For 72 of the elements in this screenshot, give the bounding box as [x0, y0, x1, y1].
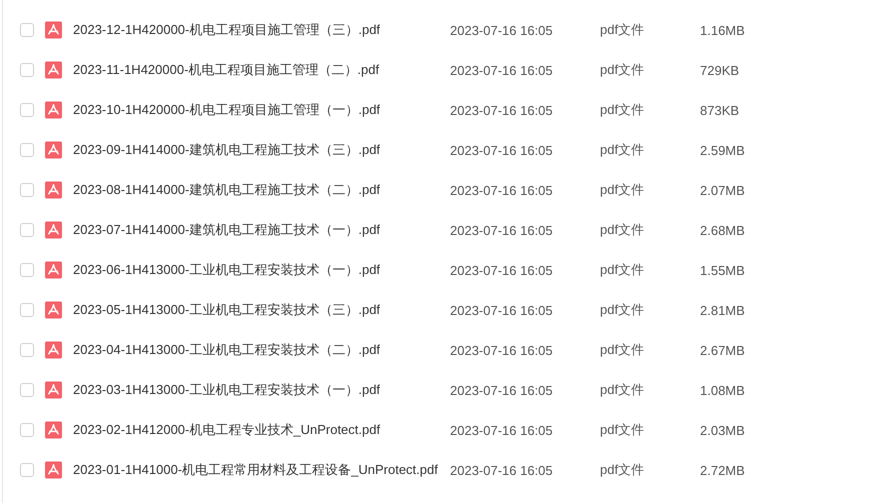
file-size: 2.72MB	[700, 462, 745, 478]
file-type: pdf文件	[600, 261, 646, 279]
file-name[interactable]: 2023-09-1H414000-建筑机电工程施工技术（三）.pdf	[73, 141, 450, 159]
file-name[interactable]: 2023-01-1H41000-机电工程常用材料及工程设备_UnProtect.pdf	[73, 461, 450, 479]
file-size: 1.08MB	[700, 382, 745, 398]
checkbox[interactable]	[20, 383, 34, 397]
file-name[interactable]: 2023-11-1H420000-机电工程项目施工管理（二）.pdf	[73, 61, 450, 79]
file-size: 1.16MB	[700, 22, 745, 38]
checkbox[interactable]	[20, 343, 34, 357]
file-size: 729KB	[700, 62, 740, 78]
checkbox[interactable]	[20, 223, 34, 237]
file-type: pdf文件	[600, 61, 646, 79]
file-type: pdf文件	[600, 461, 646, 479]
modified-date: 2023-07-16 16:05	[450, 142, 554, 158]
pdf-file-icon	[45, 341, 62, 359]
modified-date: 2023-07-16 16:05	[450, 62, 554, 78]
pdf-file-icon	[45, 21, 62, 39]
file-type: pdf文件	[600, 141, 646, 159]
file-name[interactable]: 2023-08-1H414000-建筑机电工程施工技术（二）.pdf	[73, 181, 450, 199]
file-size: 2.07MB	[700, 182, 745, 198]
pdf-file-icon	[45, 221, 62, 239]
pdf-file-icon	[45, 101, 62, 119]
checkbox[interactable]	[20, 63, 34, 77]
file-size: 2.03MB	[700, 422, 745, 438]
pdf-file-icon	[45, 381, 62, 399]
checkbox[interactable]	[20, 183, 34, 197]
modified-date: 2023-07-16 16:05	[450, 222, 554, 238]
file-type: pdf文件	[600, 301, 646, 319]
pdf-file-icon	[45, 181, 62, 199]
pdf-file-icon	[45, 141, 62, 159]
checkbox[interactable]	[20, 23, 34, 37]
file-type: pdf文件	[600, 381, 646, 399]
file-type: pdf文件	[600, 101, 646, 119]
checkbox[interactable]	[20, 263, 34, 277]
pdf-file-icon	[45, 261, 62, 279]
file-name[interactable]: 2023-06-1H413000-工业机电工程安装技术（一）.pdf	[73, 261, 450, 279]
modified-date: 2023-07-16 16:05	[450, 262, 554, 278]
modified-date: 2023-07-16 16:05	[450, 182, 554, 198]
file-size: 873KB	[700, 102, 740, 118]
modified-date: 2023-07-16 16:05	[450, 422, 554, 438]
checkbox[interactable]	[20, 423, 34, 437]
file-type: pdf文件	[600, 21, 646, 39]
file-type: pdf文件	[600, 341, 646, 359]
file-size: 1.55MB	[700, 262, 745, 278]
file-name[interactable]: 2023-04-1H413000-工业机电工程安装技术（二）.pdf	[73, 341, 450, 359]
file-name[interactable]: 2023-02-1H412000-机电工程专业技术_UnProtect.pdf	[73, 421, 450, 439]
pdf-file-icon	[45, 301, 62, 319]
modified-date: 2023-07-16 16:05	[450, 102, 554, 118]
file-name[interactable]: 2023-07-1H414000-建筑机电工程施工技术（一）.pdf	[73, 221, 450, 239]
file-size: 2.81MB	[700, 302, 745, 318]
modified-date: 2023-07-16 16:05	[450, 382, 554, 398]
file-name[interactable]: 2023-10-1H420000-机电工程项目施工管理（一）.pdf	[73, 101, 450, 119]
file-name[interactable]: 2023-03-1H413000-工业机电工程安装技术（一）.pdf	[73, 381, 450, 399]
pdf-file-icon	[45, 421, 62, 439]
file-size: 2.68MB	[700, 222, 745, 238]
file-name[interactable]: 2023-05-1H413000-工业机电工程安装技术（三）.pdf	[73, 301, 450, 319]
file-type: pdf文件	[600, 421, 646, 439]
modified-date: 2023-07-16 16:05	[450, 342, 554, 358]
file-type: pdf文件	[600, 181, 646, 199]
checkbox[interactable]	[20, 103, 34, 117]
pdf-file-icon	[45, 461, 62, 479]
checkbox[interactable]	[20, 463, 34, 477]
pdf-file-icon	[45, 61, 62, 79]
file-type: pdf文件	[600, 221, 646, 239]
modified-date: 2023-07-16 16:05	[450, 462, 554, 478]
checkbox[interactable]	[20, 303, 34, 317]
modified-date: 2023-07-16 16:05	[450, 22, 554, 38]
file-size: 2.67MB	[700, 342, 745, 358]
modified-date: 2023-07-16 16:05	[450, 302, 554, 318]
file-name[interactable]: 2023-12-1H420000-机电工程项目施工管理（三）.pdf	[73, 21, 450, 39]
checkbox[interactable]	[20, 143, 34, 157]
file-size: 2.59MB	[700, 142, 745, 158]
